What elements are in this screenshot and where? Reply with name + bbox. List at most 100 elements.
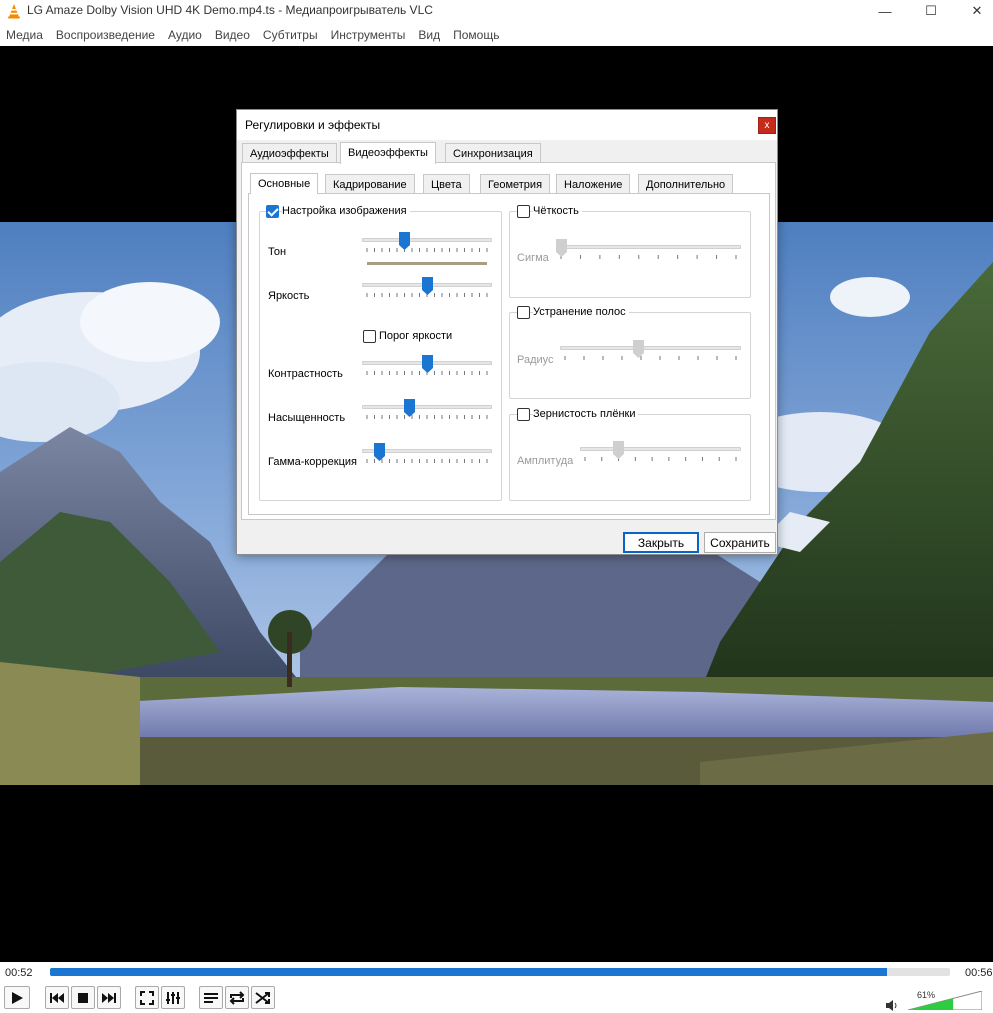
minimize-icon: — (878, 3, 892, 19)
elapsed-time: 00:52 (5, 967, 33, 979)
skip-back-icon (50, 992, 64, 1003)
slider-track (560, 346, 741, 350)
tab-advanced[interactable]: Дополнительно (638, 174, 734, 194)
repeat-icon (229, 990, 245, 1005)
fullscreen-icon (140, 990, 154, 1005)
gamma-label: Гамма-коррекция (268, 456, 357, 468)
volume-slider[interactable] (908, 991, 982, 1010)
sigma-slider[interactable] (556, 239, 741, 261)
equalizer-icon (166, 991, 180, 1004)
slider-ticks (560, 255, 737, 259)
menu-playback[interactable]: Воспроизведение (50, 24, 162, 46)
seek-bar[interactable] (50, 968, 950, 976)
brightness-threshold-label: Порог яркости (379, 330, 453, 342)
tab-crop[interactable]: Кадрирование (325, 174, 415, 194)
tab-colors[interactable]: Цвета (423, 174, 470, 194)
menu-audio[interactable]: Аудио (162, 24, 209, 46)
next-button[interactable] (97, 986, 121, 1009)
remaining-time: 00:56 (965, 967, 993, 979)
window-title: LG Amaze Dolby Vision UHD 4K Demo.mp4.ts… (27, 3, 433, 17)
image-adjust-checkbox[interactable] (266, 205, 279, 218)
debanding-checkbox[interactable] (517, 306, 530, 319)
maximize-button[interactable]: ☐ (908, 0, 954, 22)
contrast-slider[interactable] (362, 355, 492, 377)
stop-button[interactable] (71, 986, 95, 1009)
close-icon: x (764, 120, 770, 131)
menu-view[interactable]: Вид (412, 24, 447, 46)
saturation-label: Насыщенность (268, 412, 346, 424)
menu-media[interactable]: Медиа (0, 24, 50, 46)
menu-tools[interactable]: Инструменты (325, 24, 413, 46)
slider-track (362, 238, 492, 242)
tab-audio-effects[interactable]: Аудиоэффекты (242, 143, 337, 163)
slider-ticks (564, 356, 737, 360)
basic-pane: Настройка изображения Тон Яркость Порог … (248, 193, 770, 515)
video-effects-pane: Основные Кадрирование Цвета Геометрия На… (241, 162, 776, 520)
close-icon: ✕ (971, 3, 983, 18)
sharpen-checkbox[interactable] (517, 205, 530, 218)
fullscreen-button[interactable] (135, 986, 159, 1009)
loop-button[interactable] (225, 986, 249, 1009)
tab-synchronization[interactable]: Синхронизация (445, 143, 541, 163)
dialog-title: Регулировки и эффекты (245, 118, 381, 132)
shuffle-icon (255, 991, 270, 1004)
slider-track (556, 245, 741, 249)
menu-subtitles[interactable]: Субтитры (257, 24, 325, 46)
brightness-threshold-checkbox[interactable] (363, 330, 376, 343)
hue-slider[interactable] (362, 232, 492, 254)
close-button[interactable]: Закрыть (623, 532, 699, 553)
vlc-cone-icon (8, 4, 20, 19)
tab-geometry[interactable]: Геометрия (480, 174, 551, 194)
slider-ticks (584, 457, 737, 461)
player-controls: 00:52 00:56 61% (0, 962, 993, 1013)
slider-thumb[interactable] (398, 232, 410, 250)
window-titlebar: LG Amaze Dolby Vision UHD 4K Demo.mp4.ts… (0, 0, 993, 22)
tab-basic[interactable]: Основные (250, 173, 319, 194)
playlist-button[interactable] (199, 986, 223, 1009)
previous-button[interactable] (45, 986, 69, 1009)
radius-label: Радиус (517, 354, 554, 366)
dialog-close-button[interactable]: x (758, 117, 776, 134)
save-button[interactable]: Сохранить (704, 532, 776, 553)
slider-thumb[interactable] (421, 277, 433, 295)
menu-video[interactable]: Видео (209, 24, 257, 46)
film-grain-label: Зернистость плёнки (533, 408, 639, 420)
film-grain-checkbox[interactable] (517, 408, 530, 421)
play-button[interactable] (4, 986, 30, 1009)
menu-bar: Медиа Воспроизведение Аудио Видео Субтит… (0, 24, 993, 46)
play-icon (12, 991, 23, 1004)
sigma-label: Сигма (517, 252, 549, 264)
slider-track (580, 447, 741, 451)
slider-thumb[interactable] (403, 399, 415, 417)
sharpen-label: Чёткость (533, 205, 582, 217)
hue-label: Тон (268, 246, 287, 258)
slider-thumb[interactable] (613, 441, 624, 459)
menu-help[interactable]: Помощь (447, 24, 506, 46)
slider-thumb[interactable] (373, 443, 385, 461)
seek-bar-fill (50, 968, 887, 976)
shuffle-button[interactable] (251, 986, 275, 1009)
saturation-slider[interactable] (362, 399, 492, 421)
debanding-label: Устранение полос (533, 306, 629, 318)
radius-slider[interactable] (560, 340, 741, 362)
gamma-slider[interactable] (362, 443, 492, 465)
slider-thumb[interactable] (421, 355, 433, 373)
extended-settings-button[interactable] (161, 986, 185, 1009)
brightness-slider[interactable] (362, 277, 492, 299)
slider-ticks (366, 248, 488, 252)
slider-thumb[interactable] (556, 239, 567, 257)
playlist-icon (204, 992, 218, 1003)
tab-video-effects[interactable]: Видеоэффекты (340, 142, 436, 164)
adjustments-dialog: Регулировки и эффекты x Аудиоэффекты Вид… (236, 109, 778, 555)
volume-speaker-icon[interactable] (886, 1000, 900, 1011)
tab-overlay[interactable]: Наложение (556, 174, 631, 194)
image-adjust-label: Настройка изображения (282, 205, 410, 217)
stop-icon (78, 992, 88, 1003)
maximize-icon: ☐ (925, 3, 937, 18)
amplitude-label: Амплитуда (517, 455, 574, 467)
slider-thumb[interactable] (633, 340, 645, 358)
close-window-button[interactable]: ✕ (954, 0, 993, 22)
slider-track (362, 405, 492, 409)
minimize-button[interactable]: — (862, 0, 908, 22)
amplitude-slider[interactable] (580, 441, 741, 463)
